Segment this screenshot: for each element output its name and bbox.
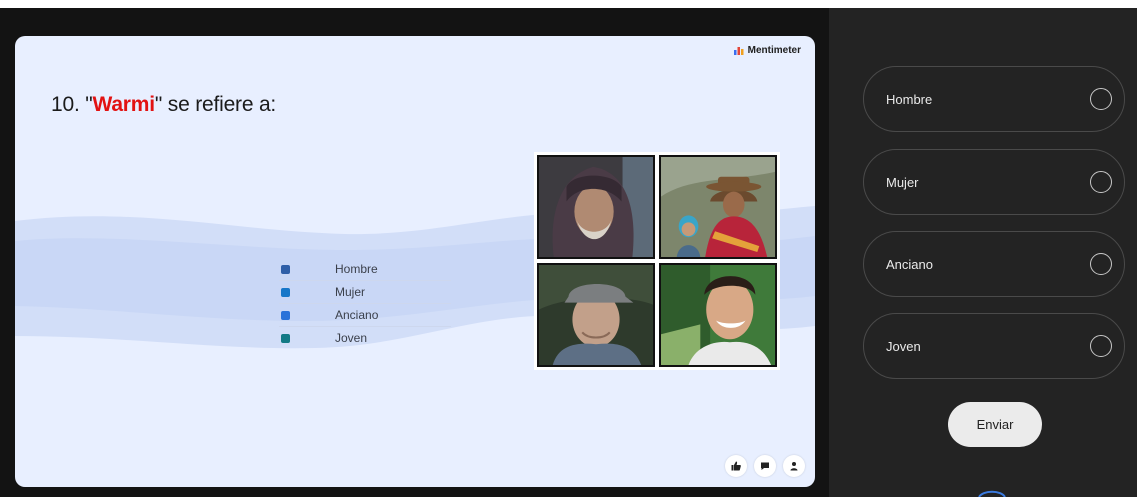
legend-swatch	[281, 310, 290, 320]
radio-button[interactable]	[1090, 335, 1112, 357]
legend-label: Anciano	[335, 308, 379, 322]
option-mujer[interactable]: Mujer	[863, 149, 1125, 215]
photo-grid	[534, 152, 780, 370]
legend-label: Mujer	[335, 285, 366, 299]
photo-elderly-man	[537, 263, 655, 367]
submit-button[interactable]: Enviar	[948, 402, 1042, 447]
reaction-bar	[725, 455, 805, 477]
legend-item: Anciano	[279, 304, 451, 327]
legend-swatch	[281, 333, 290, 343]
question-highlight: Warmi	[92, 93, 155, 116]
top-strip	[0, 0, 1137, 8]
radio-button[interactable]	[1090, 88, 1112, 110]
legend-item: Joven	[279, 327, 451, 349]
mentimeter-logo: Mentimeter	[733, 45, 801, 56]
participant-button[interactable]	[783, 455, 805, 477]
question-title: 10. "Warmi" se refiere a:	[51, 93, 276, 117]
bar-chart-icon	[733, 47, 744, 55]
person-icon	[790, 462, 798, 471]
question-prefix: 10. "	[51, 93, 93, 116]
radio-button[interactable]	[1090, 253, 1112, 275]
legend-item: Hombre	[279, 258, 451, 281]
option-hombre[interactable]: Hombre	[863, 66, 1125, 132]
legend-swatch	[281, 287, 290, 297]
legend-label: Hombre	[335, 262, 378, 276]
legend-item: Mujer	[279, 281, 451, 304]
chat-bubble-icon	[761, 462, 769, 470]
option-label: Mujer	[886, 174, 919, 190]
question-suffix: " se refiere a:	[154, 93, 277, 116]
chat-button[interactable]	[754, 455, 776, 477]
radio-button[interactable]	[1090, 171, 1112, 193]
legend-label: Joven	[335, 331, 368, 345]
results-legend: Hombre Mujer Anciano Joven	[279, 258, 451, 349]
option-anciano[interactable]: Anciano	[863, 231, 1125, 297]
photo-hooded-man	[537, 155, 655, 259]
legend-swatch	[281, 264, 290, 274]
option-label: Joven	[886, 338, 921, 354]
option-joven[interactable]: Joven	[863, 313, 1125, 379]
thumbs-up-icon	[731, 461, 741, 471]
thumbs-up-button[interactable]	[725, 455, 747, 477]
option-label: Anciano	[886, 256, 933, 272]
partial-circle-icon	[978, 490, 1006, 497]
presentation-slide: Mentimeter 10. "Warmi" se refiere a: Hom…	[15, 36, 815, 487]
brand-name: Mentimeter	[747, 45, 801, 56]
photo-andean-woman	[659, 155, 777, 259]
photo-young-man	[659, 263, 777, 367]
voting-panel: Hombre Mujer Anciano Joven Enviar	[829, 8, 1137, 497]
option-label: Hombre	[886, 91, 933, 107]
